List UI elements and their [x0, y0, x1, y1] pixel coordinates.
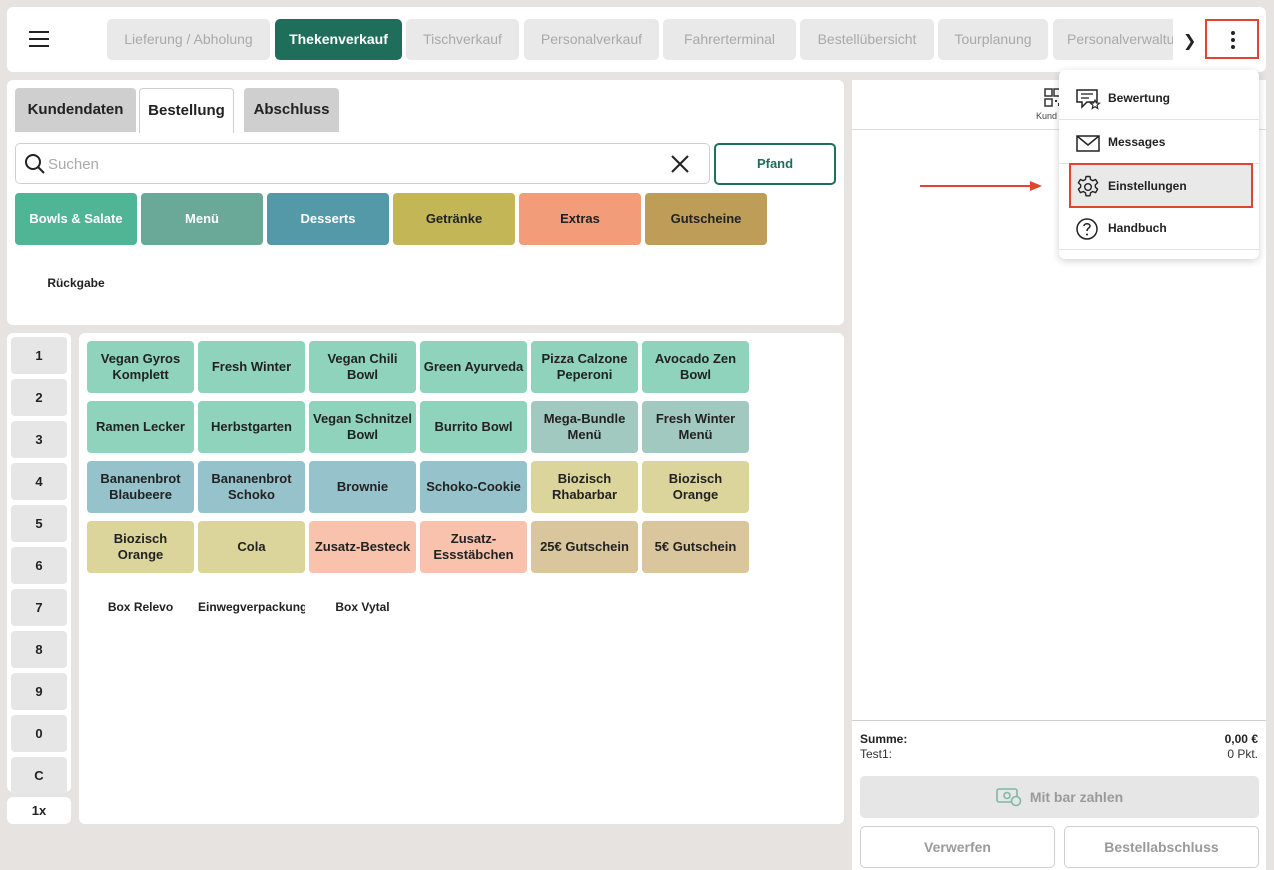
numpad-key-7[interactable]: 7	[11, 589, 67, 626]
product-tile[interactable]: Burrito Bowl	[420, 401, 527, 453]
envelope-icon	[1076, 135, 1100, 152]
product-tile[interactable]: Mega-Bundle Menü	[531, 401, 638, 453]
rating-icon	[1076, 89, 1101, 110]
gear-icon	[1077, 175, 1099, 197]
pfand-button[interactable]: Pfand	[714, 143, 836, 185]
points-label: Test1:	[860, 747, 893, 761]
annotation-arrow	[920, 185, 1032, 187]
category-menue[interactable]: Menü	[141, 193, 263, 245]
numpad-key-9[interactable]: 9	[11, 673, 67, 710]
product-tile[interactable]: Biozisch Rhabarbar	[531, 461, 638, 513]
menu-item-einstellungen[interactable]: Einstellungen	[1069, 163, 1253, 208]
product-tile[interactable]: 25€ Gutschein	[531, 521, 638, 573]
category-gutscheine[interactable]: Gutscheine	[645, 193, 767, 245]
numpad-key-clear[interactable]: C	[11, 757, 67, 794]
numpad-key-4[interactable]: 4	[11, 463, 67, 500]
order-panel: Kundendaten Bestellung Abschluss Pfand B…	[7, 80, 844, 325]
menu-item-bewertung[interactable]: Bewertung	[1059, 77, 1259, 120]
product-tile[interactable]: Biozisch Orange	[87, 521, 194, 573]
product-tile[interactable]: Zusatz-Essstäbchen	[420, 521, 527, 573]
product-tile[interactable]: Ramen Lecker	[87, 401, 194, 453]
product-tile[interactable]: Bananenbrot Schoko	[198, 461, 305, 513]
hamburger-menu-icon[interactable]	[29, 31, 49, 47]
sum-label: Summe:	[860, 732, 908, 746]
menu-item-label: Messages	[1108, 135, 1166, 149]
tab-tourplanung[interactable]: Tourplanung	[938, 19, 1048, 60]
product-tile-plain[interactable]: Einwegverpackung	[198, 594, 305, 620]
category-getraenke[interactable]: Getränke	[393, 193, 515, 245]
numpad-key-5[interactable]: 5	[11, 505, 67, 542]
help-icon	[1076, 218, 1098, 240]
discard-button[interactable]: Verwerfen	[860, 826, 1055, 868]
pay-cash-label: Mit bar zahlen	[1029, 789, 1124, 805]
chevron-right-icon[interactable]: ❯	[1183, 31, 1196, 51]
search-icon	[25, 154, 45, 174]
category-bowls-salate[interactable]: Bowls & Salate	[15, 193, 137, 245]
tab-kundendaten[interactable]: Kundendaten	[15, 88, 136, 132]
numpad-key-0[interactable]: 0	[11, 715, 67, 752]
product-tile[interactable]: Fresh Winter Menü	[642, 401, 749, 453]
tab-bestelluebersicht[interactable]: Bestellübersicht	[800, 19, 934, 60]
customer-label: Kund	[1036, 111, 1058, 121]
menu-item-messages[interactable]: Messages	[1059, 121, 1259, 164]
product-tile[interactable]: Avocado Zen Bowl	[642, 341, 749, 393]
product-tile[interactable]: Vegan Gyros Komplett	[87, 341, 194, 393]
product-grid: Vegan Gyros Komplett Fresh Winter Vegan …	[79, 333, 844, 824]
numpad-key-2[interactable]: 2	[11, 379, 67, 416]
category-desserts[interactable]: Desserts	[267, 193, 389, 245]
divider	[852, 720, 1266, 721]
menu-item-label: Bewertung	[1108, 91, 1171, 105]
cash-icon	[996, 787, 1022, 807]
tab-thekenverkauf[interactable]: Thekenverkauf	[275, 19, 402, 60]
tab-abschluss[interactable]: Abschluss	[244, 88, 339, 132]
numpad: 1 2 3 4 5 6 7 8 9 0 C	[7, 333, 71, 794]
product-tile[interactable]: Schoko-Cookie	[420, 461, 527, 513]
rueckgabe-button[interactable]: Rückgabe	[15, 270, 137, 296]
finish-order-button[interactable]: Bestellabschluss	[1064, 826, 1259, 868]
numpad-key-8[interactable]: 8	[11, 631, 67, 668]
tab-lieferung-abholung[interactable]: Lieferung / Abholung	[107, 19, 270, 60]
numpad-key-3[interactable]: 3	[11, 421, 67, 458]
quantity-display: 1x	[7, 797, 71, 824]
product-tile[interactable]: Pizza Calzone Peperoni	[531, 341, 638, 393]
product-tile-plain[interactable]: Box Relevo	[87, 594, 194, 620]
mode-tabs: Lieferung / Abholung Thekenverkauf Tisch…	[107, 19, 1173, 60]
product-tile[interactable]: Cola	[198, 521, 305, 573]
pay-cash-button[interactable]: Mit bar zahlen	[860, 776, 1259, 818]
product-tile[interactable]: Bananenbrot Blaubeere	[87, 461, 194, 513]
product-tile[interactable]: Vegan Schnitzel Bowl	[309, 401, 416, 453]
product-tile[interactable]: Herbstgarten	[198, 401, 305, 453]
product-tile[interactable]: Vegan Chili Bowl	[309, 341, 416, 393]
numpad-key-1[interactable]: 1	[11, 337, 67, 374]
product-tile[interactable]: Brownie	[309, 461, 416, 513]
product-tile[interactable]: Green Ayurveda	[420, 341, 527, 393]
annotation-arrow-head	[1030, 181, 1042, 191]
points-value: 0 Pkt.	[1227, 747, 1258, 761]
top-bar: Lieferung / Abholung Thekenverkauf Tisch…	[7, 7, 1266, 72]
search-box	[15, 143, 710, 184]
tab-fahrerterminal[interactable]: Fahrerterminal	[663, 19, 796, 60]
product-tile[interactable]: 5€ Gutschein	[642, 521, 749, 573]
menu-item-label: Einstellungen	[1108, 179, 1187, 193]
menu-item-label: Handbuch	[1108, 221, 1167, 235]
tab-personalverwaltung[interactable]: Personalverwaltung	[1053, 19, 1173, 60]
product-tile[interactable]: Biozisch Orange	[642, 461, 749, 513]
tab-personalverkauf[interactable]: Personalverkauf	[524, 19, 659, 60]
menu-item-handbuch[interactable]: Handbuch	[1059, 207, 1259, 250]
close-icon[interactable]	[671, 155, 689, 173]
tab-bestellung[interactable]: Bestellung	[139, 88, 234, 133]
numpad-key-6[interactable]: 6	[11, 547, 67, 584]
category-extras[interactable]: Extras	[519, 193, 641, 245]
product-tile[interactable]: Fresh Winter	[198, 341, 305, 393]
tab-tischverkauf[interactable]: Tischverkauf	[406, 19, 519, 60]
product-tile-plain[interactable]: Box Vytal	[309, 594, 416, 620]
product-tile[interactable]: Zusatz-Besteck	[309, 521, 416, 573]
sum-value: 0,00 €	[1224, 732, 1258, 746]
kebab-menu-icon[interactable]	[1205, 19, 1259, 59]
search-input[interactable]	[48, 152, 648, 176]
